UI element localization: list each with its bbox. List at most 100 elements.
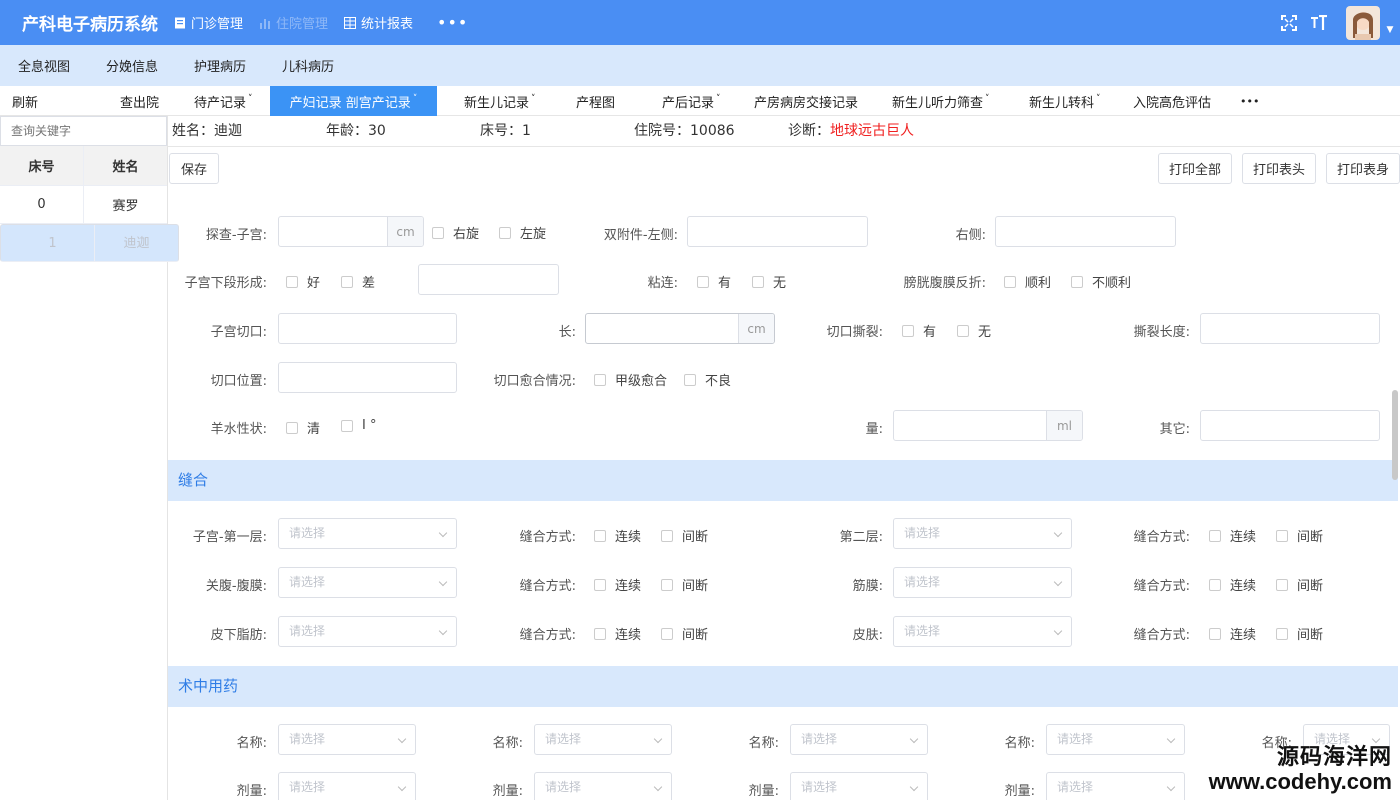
healing-a-checkbox[interactable]: 甲级愈合 (594, 370, 667, 389)
checkbox-box (499, 226, 511, 239)
tab-postpartum-record[interactable]: 产后记录 ˅ (662, 86, 721, 116)
length-input[interactable]: cm (585, 313, 775, 344)
chevron-down-icon: ˅ (716, 94, 721, 104)
suture-layer1-select[interactable]: 请选择 (278, 518, 457, 549)
tab-hearing-screening[interactable]: 新生儿听力筛查 ˅ (892, 86, 990, 116)
rotate-left-checkbox[interactable]: 左旋 (499, 223, 546, 242)
patient-table: 床号 姓名 0 赛罗 1 迪迦 (0, 146, 179, 262)
skin-select[interactable]: 请选择 (893, 616, 1072, 647)
topnav-inpatient[interactable]: 住院管理 (251, 0, 336, 45)
checkbox-label: 间断 (1297, 628, 1324, 643)
suture-layer-label: 皮下脂肪: (210, 628, 267, 643)
bladder-not-smooth-checkbox[interactable]: 不顺利 (1071, 272, 1131, 291)
tab-risk-assessment[interactable]: 入院高危评估 (1133, 86, 1211, 116)
tab-cesarean-record[interactable]: 产妇记录 剖宫产记录 ˅ (270, 86, 437, 116)
chevron-down-icon (397, 782, 407, 792)
med-dose-select[interactable]: 请选择 (278, 772, 416, 800)
incision-position-input[interactable] (278, 362, 457, 393)
uterus-input[interactable]: cm (278, 216, 424, 247)
lower-segment-input[interactable] (418, 264, 559, 295)
other-input[interactable] (1200, 410, 1380, 441)
continuous-checkbox[interactable]: 连续 (1209, 575, 1256, 594)
print-all-button[interactable]: 打印全部 (1158, 153, 1232, 184)
chevron-down-icon: ˅ (248, 94, 253, 104)
chevron-down-icon (1053, 577, 1063, 587)
med-dose-select[interactable]: 请选择 (790, 772, 928, 800)
interrupted-checkbox[interactable]: 间断 (661, 575, 708, 594)
tear-no-checkbox[interactable]: 无 (957, 321, 991, 340)
med-name-select[interactable]: 请选择 (1046, 724, 1185, 755)
save-button[interactable]: 保存 (169, 153, 219, 184)
lower-segment-good-checkbox[interactable]: 好 (286, 272, 320, 291)
adnexa-right-input[interactable] (995, 216, 1176, 247)
adhesion-yes-checkbox[interactable]: 有 (697, 272, 731, 291)
table-row-selected[interactable]: 1 迪迦 (0, 224, 179, 262)
subnav-pediatric-record[interactable]: 儿科病历 (264, 45, 352, 86)
continuous-checkbox[interactable]: 连续 (594, 575, 641, 594)
topnav-outpatient[interactable]: 门诊管理 (166, 0, 251, 45)
suture-layer2-select[interactable]: 请选择 (893, 518, 1072, 549)
healing-bad-checkbox[interactable]: 不良 (684, 370, 731, 389)
tab-handover-record[interactable]: 产房病房交接记录 (754, 86, 858, 116)
scrollbar[interactable] (1392, 390, 1398, 480)
incision-input[interactable] (278, 313, 457, 344)
subnav-nursing-record[interactable]: 护理病历 (176, 45, 264, 86)
table-row[interactable]: 0 赛罗 (0, 186, 167, 224)
lower-segment-poor-checkbox[interactable]: 差 (341, 272, 375, 291)
adhesion-no-checkbox[interactable]: 无 (752, 272, 786, 291)
subcutaneous-select[interactable]: 请选择 (278, 616, 457, 647)
amount-input[interactable]: ml (893, 410, 1083, 441)
select-placeholder: 请选择 (545, 732, 582, 746)
fascia-select[interactable]: 请选择 (893, 567, 1072, 598)
bladder-smooth-checkbox[interactable]: 顺利 (1004, 272, 1051, 291)
interrupted-checkbox[interactable]: 间断 (1276, 624, 1323, 643)
print-body-button[interactable]: 打印表身 (1326, 153, 1400, 184)
chevron-down-icon[interactable]: ▼ (1380, 25, 1400, 35)
continuous-checkbox[interactable]: 连续 (594, 624, 641, 643)
subnav-overview[interactable]: 全息视图 (0, 45, 88, 86)
search-input[interactable] (0, 116, 167, 146)
refresh-button[interactable]: 刷新 (12, 86, 38, 116)
med-name-select[interactable]: 请选择 (278, 724, 416, 755)
tab-labor-record[interactable]: 待产记录 ˅ (194, 86, 253, 116)
rotate-right-checkbox[interactable]: 右旋 (432, 223, 479, 242)
fullscreen-icon[interactable] (1276, 10, 1302, 36)
interrupted-checkbox[interactable]: 间断 (661, 624, 708, 643)
print-header-button[interactable]: 打印表头 (1242, 153, 1316, 184)
adnexa-left-input[interactable] (687, 216, 868, 247)
interrupted-checkbox[interactable]: 间断 (1276, 575, 1323, 594)
tear-length-input[interactable] (1200, 313, 1380, 344)
patient-name: 姓名：迪迦 (172, 123, 242, 139)
continuous-checkbox[interactable]: 连续 (594, 526, 641, 545)
select-placeholder: 请选择 (289, 732, 326, 746)
continuous-checkbox[interactable]: 连续 (1209, 526, 1256, 545)
topnav-statistics[interactable]: 统计报表 (336, 0, 421, 45)
med-name-select[interactable]: 请选择 (790, 724, 928, 755)
med-name-select[interactable]: 请选择 (534, 724, 672, 755)
discharge-query-button[interactable]: 查出院 (120, 86, 159, 116)
watermark-line2: www.codehy.com (1208, 768, 1392, 794)
topnav-more-button[interactable]: ••• (421, 13, 484, 32)
checkbox-box (594, 529, 606, 542)
peritoneum-select[interactable]: 请选择 (278, 567, 457, 598)
med-dose-select[interactable]: 请选择 (1046, 772, 1185, 800)
checkbox-box (1276, 578, 1288, 591)
continuous-checkbox[interactable]: 连续 (1209, 624, 1256, 643)
recnav-more-button[interactable]: ••• (1240, 86, 1259, 116)
avatar[interactable] (1346, 5, 1380, 40)
patient-diagnosis: 诊断：地球远古巨人 (788, 116, 914, 147)
tab-partograph[interactable]: 产程图 (576, 86, 615, 116)
med-dose-select[interactable]: 请选择 (534, 772, 672, 800)
subnav-delivery-info[interactable]: 分娩信息 (88, 45, 176, 86)
tab-newborn-record[interactable]: 新生儿记录 ˅ (464, 86, 536, 116)
med-name-label: 名称: (236, 736, 267, 751)
interrupted-checkbox[interactable]: 间断 (661, 526, 708, 545)
tear-yes-checkbox[interactable]: 有 (902, 321, 936, 340)
amniotic-degree1-checkbox[interactable]: I ° (341, 418, 376, 433)
amniotic-clear-checkbox[interactable]: 清 (286, 418, 320, 437)
interrupted-checkbox[interactable]: 间断 (1276, 526, 1323, 545)
checkbox-box (684, 373, 696, 386)
tab-newborn-transfer[interactable]: 新生儿转科 ˅ (1029, 86, 1101, 116)
sub-nav: 全息视图 分娩信息 护理病历 儿科病历 (0, 45, 1400, 86)
font-size-icon[interactable] (1306, 10, 1332, 36)
